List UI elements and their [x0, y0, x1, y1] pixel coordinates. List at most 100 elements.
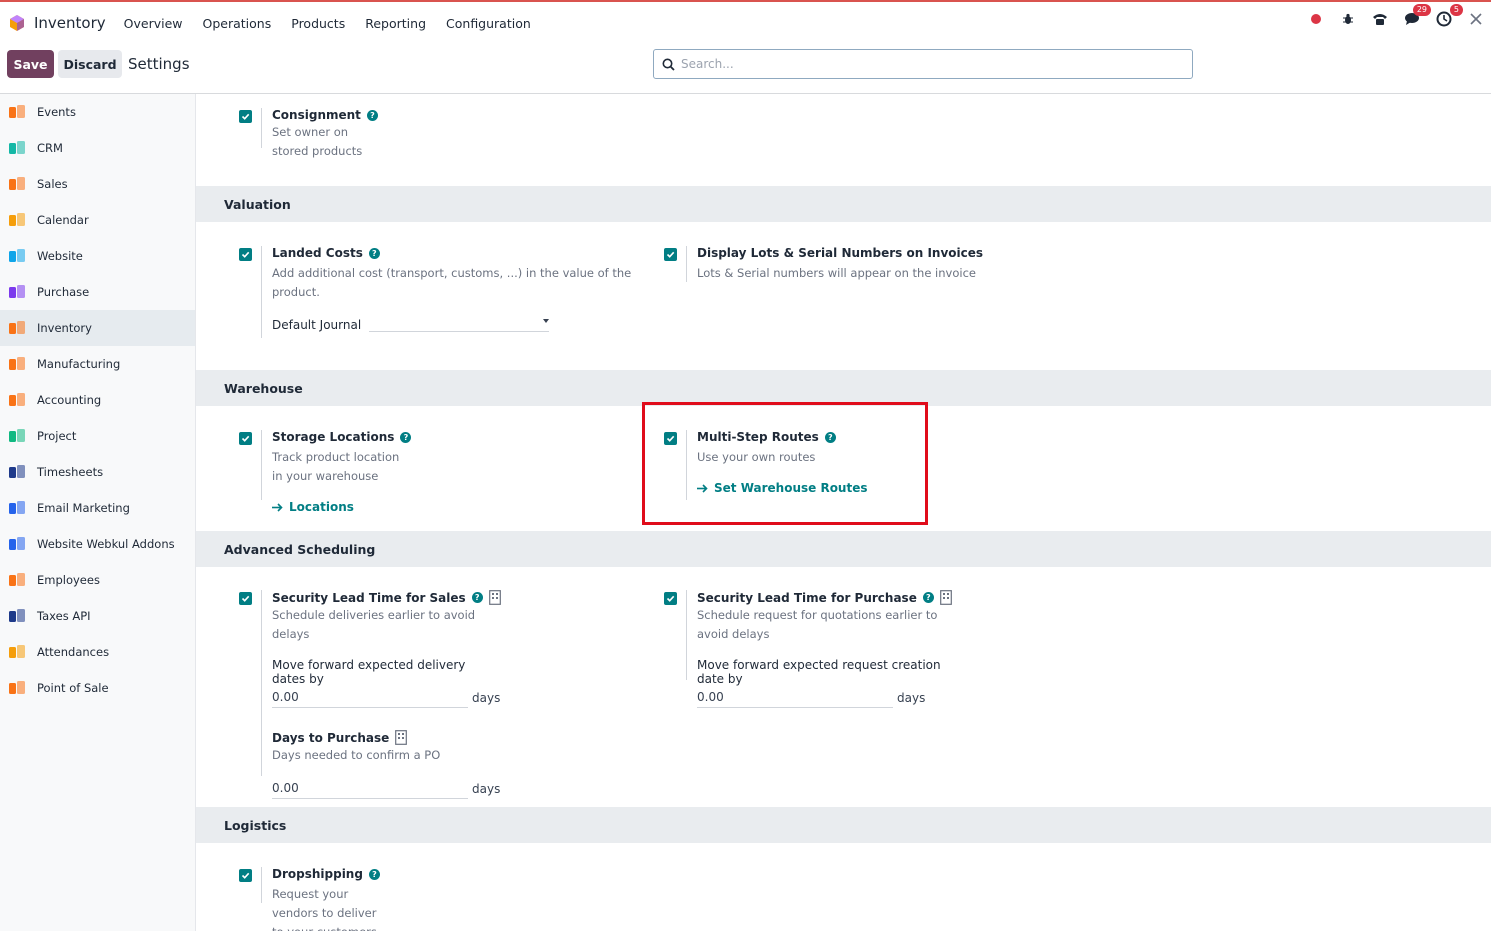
menu-overview[interactable]: Overview: [124, 16, 183, 31]
help-icon[interactable]: ?: [922, 592, 934, 603]
attendances-icon: [7, 643, 27, 661]
employees-icon: [7, 571, 27, 589]
lead-sales-title: Security Lead Time for Sales: [272, 590, 466, 605]
sidebar-item-website[interactable]: Website: [0, 238, 195, 274]
app-name[interactable]: Inventory: [34, 14, 106, 32]
sidebar-item-label: Purchase: [37, 285, 90, 299]
storage-locations-desc: Track product location in your warehouse: [272, 450, 400, 483]
help-icon[interactable]: ?: [400, 431, 412, 443]
webkul-icon: [7, 535, 27, 553]
divider: [261, 590, 262, 776]
help-icon[interactable]: ?: [368, 868, 380, 880]
lead-sales-input[interactable]: 0.00: [272, 688, 468, 708]
sidebar-item-label: Manufacturing: [37, 357, 121, 371]
accounting-icon: [7, 391, 27, 409]
consignment-title: Consignment: [272, 108, 361, 122]
search-bar[interactable]: [653, 49, 1193, 79]
sidebar-item-label: Timesheets: [37, 465, 104, 479]
sidebar-item-label: Point of Sale: [37, 681, 109, 695]
menu-operations[interactable]: Operations: [203, 16, 272, 31]
lead-purchase-sub-label: Move forward expected request creation d…: [697, 658, 941, 686]
consignment-checkbox[interactable]: [239, 110, 252, 123]
section-valuation: Valuation: [196, 186, 1491, 222]
messages-icon[interactable]: 29: [1403, 4, 1431, 28]
sidebar-item-accounting[interactable]: Accounting: [0, 382, 195, 418]
sidebar-item-inventory[interactable]: Inventory: [0, 310, 195, 346]
sales-icon: [7, 175, 27, 193]
lead-sales-desc: Schedule deliveries earlier to avoid del…: [272, 608, 476, 641]
storage-locations-checkbox[interactable]: [239, 432, 252, 445]
dropshipping-desc: Request your vendors to deliver to your …: [272, 887, 377, 931]
sidebar-item-calendar[interactable]: Calendar: [0, 202, 195, 238]
lead-purchase-input[interactable]: 0.00: [697, 688, 893, 708]
purchase-icon: [7, 283, 27, 301]
building-icon: [488, 590, 501, 605]
inventory-icon: [7, 319, 27, 337]
crm-icon: [7, 139, 27, 157]
menu-reporting[interactable]: Reporting: [365, 16, 426, 31]
email-marketing-icon: [7, 499, 27, 517]
days-purchase-input[interactable]: 0.00: [272, 779, 468, 799]
timesheets-icon: [7, 463, 27, 481]
help-icon[interactable]: ?: [366, 109, 378, 121]
sidebar-item-email-marketing[interactable]: Email Marketing: [0, 490, 195, 526]
lead-sales-checkbox[interactable]: [239, 592, 252, 605]
top-navbar: Inventory Overview Operations Products R…: [0, 0, 1491, 44]
dropshipping-title: Dropshipping: [272, 867, 363, 881]
sidebar-item-sales[interactable]: Sales: [0, 166, 195, 202]
lead-purchase-desc: Schedule request for quotations earlier …: [697, 608, 938, 641]
sidebar-item-attendances[interactable]: Attendances: [0, 634, 195, 670]
discard-button[interactable]: Discard: [58, 50, 122, 78]
dropshipping-checkbox[interactable]: [239, 869, 252, 882]
bug-icon[interactable]: [1339, 10, 1357, 28]
inventory-app-icon[interactable]: [8, 14, 26, 32]
section-advanced-scheduling: Advanced Scheduling: [196, 531, 1491, 567]
menu-configuration[interactable]: Configuration: [446, 16, 531, 31]
sidebar-item-label: Website: [37, 249, 83, 263]
sidebar-item-manufacturing[interactable]: Manufacturing: [0, 346, 195, 382]
sidebar-item-webkul[interactable]: Website Webkul Addons: [0, 526, 195, 562]
help-icon[interactable]: ?: [368, 247, 380, 259]
sidebar-item-label: Sales: [37, 177, 68, 191]
highlight-box: [642, 402, 928, 525]
sidebar-item-employees[interactable]: Employees: [0, 562, 195, 598]
messages-badge: 29: [1412, 4, 1431, 16]
consignment-desc: Set owner on stored products: [272, 125, 363, 158]
divider: [686, 246, 687, 282]
phone-icon[interactable]: [1371, 10, 1389, 28]
locations-link-label: Locations: [289, 500, 354, 514]
sidebar-item-project[interactable]: Project: [0, 418, 195, 454]
divider: [261, 430, 262, 500]
lots-invoices-checkbox[interactable]: [664, 248, 677, 261]
sidebar-item-purchase[interactable]: Purchase: [0, 274, 195, 310]
sidebar-item-label: Taxes API: [37, 609, 91, 623]
search-input[interactable]: [681, 57, 1161, 71]
lead-sales-sub-label: Move forward expected delivery dates by: [272, 658, 466, 686]
locations-link[interactable]: Locations: [272, 500, 411, 514]
sidebar-item-events[interactable]: Events: [0, 94, 195, 130]
calendar-icon: [7, 211, 27, 229]
record-icon[interactable]: [1307, 10, 1325, 28]
menu-products[interactable]: Products: [291, 16, 345, 31]
control-panel: Save Discard Settings: [0, 44, 1491, 94]
project-icon: [7, 427, 27, 445]
manufacturing-icon: [7, 355, 27, 373]
sidebar-item-label: CRM: [37, 141, 63, 155]
sidebar-item-label: Events: [37, 105, 76, 119]
activities-badge: 5: [1449, 4, 1463, 16]
lots-invoices-desc: Lots & Serial numbers will appear on the…: [697, 266, 976, 280]
close-icon[interactable]: [1467, 10, 1485, 28]
sidebar-item-pos[interactable]: Point of Sale: [0, 670, 195, 706]
sidebar-item-label: Project: [37, 429, 77, 443]
save-button[interactable]: Save: [7, 50, 54, 78]
default-journal-label: Default Journal: [272, 318, 362, 332]
help-icon[interactable]: ?: [471, 592, 483, 603]
lead-purchase-checkbox[interactable]: [664, 592, 677, 605]
sidebar-item-taxes-api[interactable]: Taxes API: [0, 598, 195, 634]
sidebar-item-timesheets[interactable]: Timesheets: [0, 454, 195, 490]
sidebar-item-crm[interactable]: CRM: [0, 130, 195, 166]
settings-sidebar: Events CRM Sales Calendar Website Purchase Inv…: [0, 94, 196, 931]
activities-icon[interactable]: 5: [1435, 4, 1463, 28]
landed-costs-checkbox[interactable]: [239, 248, 252, 261]
default-journal-select[interactable]: [369, 314, 550, 332]
